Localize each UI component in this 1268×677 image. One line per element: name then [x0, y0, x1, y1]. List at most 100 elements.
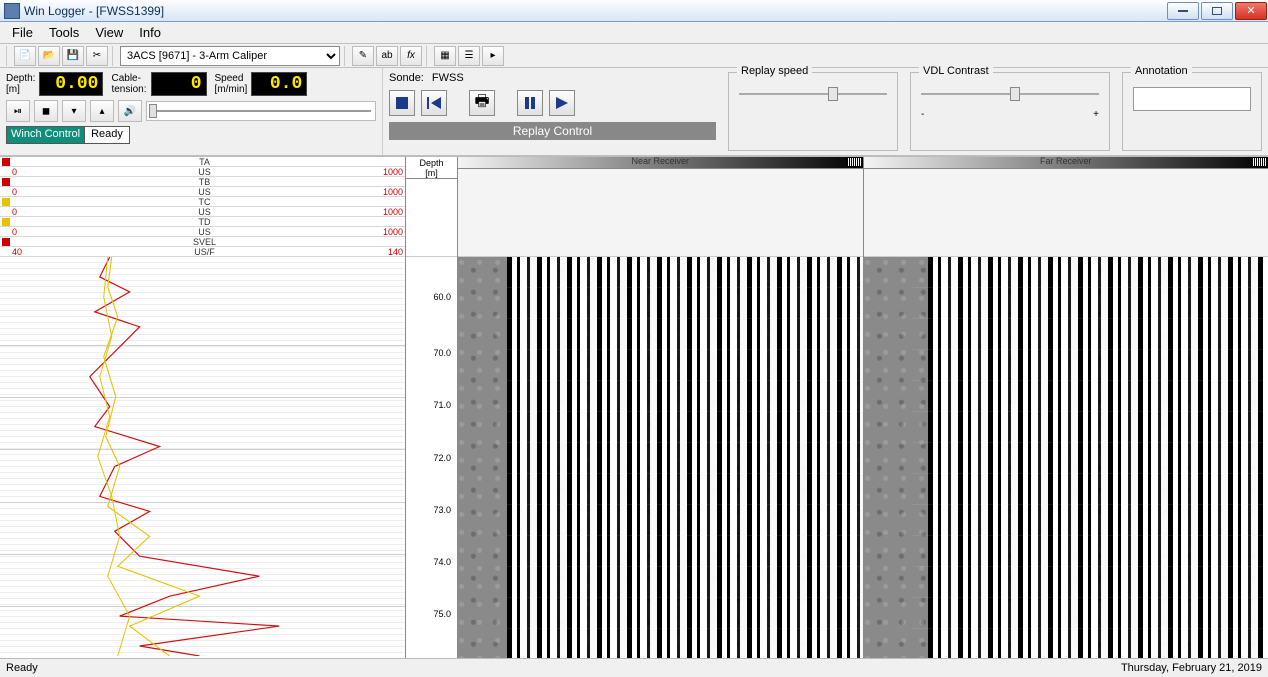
depth-tick: 70.0	[433, 348, 451, 358]
menu-info[interactable]: Info	[131, 23, 169, 42]
track-min: 0	[12, 207, 34, 217]
track-name: TD	[34, 217, 375, 227]
winch-control-label: Winch Control	[6, 126, 85, 144]
track-max: 1000	[375, 207, 405, 217]
status-left: Ready	[6, 662, 38, 674]
track-color-icon	[2, 178, 10, 186]
far-receiver-vdl[interactable]	[864, 257, 1268, 658]
toolbar-grid-icon[interactable]: ▦	[434, 46, 456, 66]
track-max: 140	[375, 247, 405, 257]
near-receiver-head: Near Receiver	[458, 157, 863, 169]
annotation-input[interactable]	[1133, 87, 1251, 111]
winch-slider[interactable]	[146, 101, 376, 121]
log-area: TA0US1000TB0US1000TC0US1000TD0US1000SVEL…	[0, 156, 1268, 658]
replay-pause-icon[interactable]	[517, 90, 543, 116]
track-unit: US	[34, 227, 375, 237]
minimize-button[interactable]	[1167, 2, 1199, 20]
toolbar-fx-icon[interactable]: ab	[376, 46, 398, 66]
toolbar-list-icon[interactable]: ☰	[458, 46, 480, 66]
control-panels: Depth:[m] 0.00 Cable-tension: 0 Speed[m/…	[0, 68, 1268, 156]
vdl-contrast-slider[interactable]	[921, 81, 1099, 109]
depth-tick: 73.0	[433, 505, 451, 515]
menu-view[interactable]: View	[87, 23, 131, 42]
depth-head-unit: [m]	[406, 168, 457, 178]
replay-speed-group: Replay speed	[728, 72, 898, 151]
track-name: TC	[34, 197, 375, 207]
vdl-minus: -	[921, 109, 924, 120]
far-receiver-column: Far Receiver	[863, 157, 1268, 658]
close-button[interactable]: ✕	[1235, 2, 1267, 20]
depth-tick: 72.0	[433, 453, 451, 463]
track-column: TA0US1000TB0US1000TC0US1000TD0US1000SVEL…	[0, 157, 406, 658]
record-toggle-icon[interactable]: ⏯	[6, 100, 30, 122]
titlebar: Win Logger - [FWSS1399] ✕	[0, 0, 1268, 22]
track-max: 1000	[375, 227, 405, 237]
tool-dropdown[interactable]: 3ACS [9671] - 3-Arm Caliper	[120, 46, 340, 66]
depth-tick: 75.0	[433, 609, 451, 619]
track-name: SVEL	[34, 237, 375, 247]
near-receiver-vdl[interactable]	[458, 257, 863, 658]
depth-unit: [m]	[6, 84, 20, 95]
speed-label: Speed	[215, 73, 244, 84]
scale-bar-icon	[1252, 158, 1266, 166]
track-min: 0	[12, 227, 34, 237]
track-max: 1000	[375, 167, 405, 177]
track-min: 0	[12, 187, 34, 197]
cable-unit: tension:	[111, 84, 146, 95]
replay-speed-slider[interactable]	[739, 81, 887, 109]
status-bar: Ready Thursday, February 21, 2019	[0, 658, 1268, 677]
track-color-icon	[2, 238, 10, 246]
window-title: Win Logger - [FWSS1399]	[24, 4, 1166, 18]
replay-stop-icon[interactable]	[389, 90, 415, 116]
replay-speed-legend: Replay speed	[737, 65, 812, 77]
status-right: Thursday, February 21, 2019	[1121, 662, 1262, 674]
replay-control-title: Replay Control	[389, 122, 716, 140]
sonde-value: FWSS	[432, 72, 464, 84]
track-color-icon	[2, 198, 10, 206]
track-name: TB	[34, 177, 375, 187]
sound-icon[interactable]: 🔊	[118, 100, 142, 122]
toolbar-save-icon[interactable]: 💾	[62, 46, 84, 66]
toolbar-open-icon[interactable]: 📂	[38, 46, 60, 66]
menu-file[interactable]: File	[4, 23, 41, 42]
vdl-contrast-legend: VDL Contrast	[919, 65, 993, 77]
cable-label: Cable-	[111, 73, 140, 84]
track-plot[interactable]	[0, 257, 405, 658]
maximize-button[interactable]	[1201, 2, 1233, 20]
sonde-label: Sonde:	[389, 72, 424, 84]
replay-rewind-icon[interactable]	[421, 90, 447, 116]
depth-tick: 74.0	[433, 557, 451, 567]
scale-bar-icon	[847, 158, 861, 166]
toolbar: 📄 📂 💾 ✂ 3ACS [9671] - 3-Arm Caliper ✎ ab…	[0, 44, 1268, 68]
annotation-legend: Annotation	[1131, 65, 1192, 77]
down-arrow-icon[interactable]: ▾	[62, 100, 86, 122]
track-min: 40	[12, 247, 34, 257]
depth-column: Depth [m] 60.0 70.0 71.0 72.0 73.0 74.0 75.0	[406, 157, 458, 658]
track-unit: US/F	[34, 247, 375, 257]
depth-tick: 60.0	[433, 292, 451, 302]
cable-readout: 0	[151, 72, 207, 96]
depth-tick: 71.0	[433, 400, 451, 410]
menu-tools[interactable]: Tools	[41, 23, 87, 42]
depth-head-label: Depth	[406, 158, 457, 168]
toolbar-fx2-icon[interactable]: fx	[400, 46, 422, 66]
far-receiver-head: Far Receiver	[864, 157, 1268, 169]
toolbar-new-icon[interactable]: 📄	[14, 46, 36, 66]
stop-icon[interactable]: ◼	[34, 100, 58, 122]
replay-play-icon[interactable]	[549, 90, 575, 116]
vdl-plus: +	[1093, 109, 1099, 120]
annotation-group: Annotation	[1122, 72, 1262, 151]
toolbar-wand-icon[interactable]: ✎	[352, 46, 374, 66]
near-receiver-column: Near Receiver	[458, 157, 863, 658]
speed-unit: [m/min]	[215, 84, 248, 95]
menu-bar: File Tools View Info	[0, 22, 1268, 44]
up-arrow-icon[interactable]: ▴	[90, 100, 114, 122]
track-min: 0	[12, 167, 34, 177]
replay-print-icon[interactable]: 🖶	[469, 90, 495, 116]
toolbar-run-icon[interactable]: ▸	[482, 46, 504, 66]
track-max: 1000	[375, 187, 405, 197]
toolbar-cut-icon[interactable]: ✂	[86, 46, 108, 66]
track-unit: US	[34, 187, 375, 197]
depth-readout: 0.00	[39, 72, 103, 96]
track-unit: US	[34, 167, 375, 177]
